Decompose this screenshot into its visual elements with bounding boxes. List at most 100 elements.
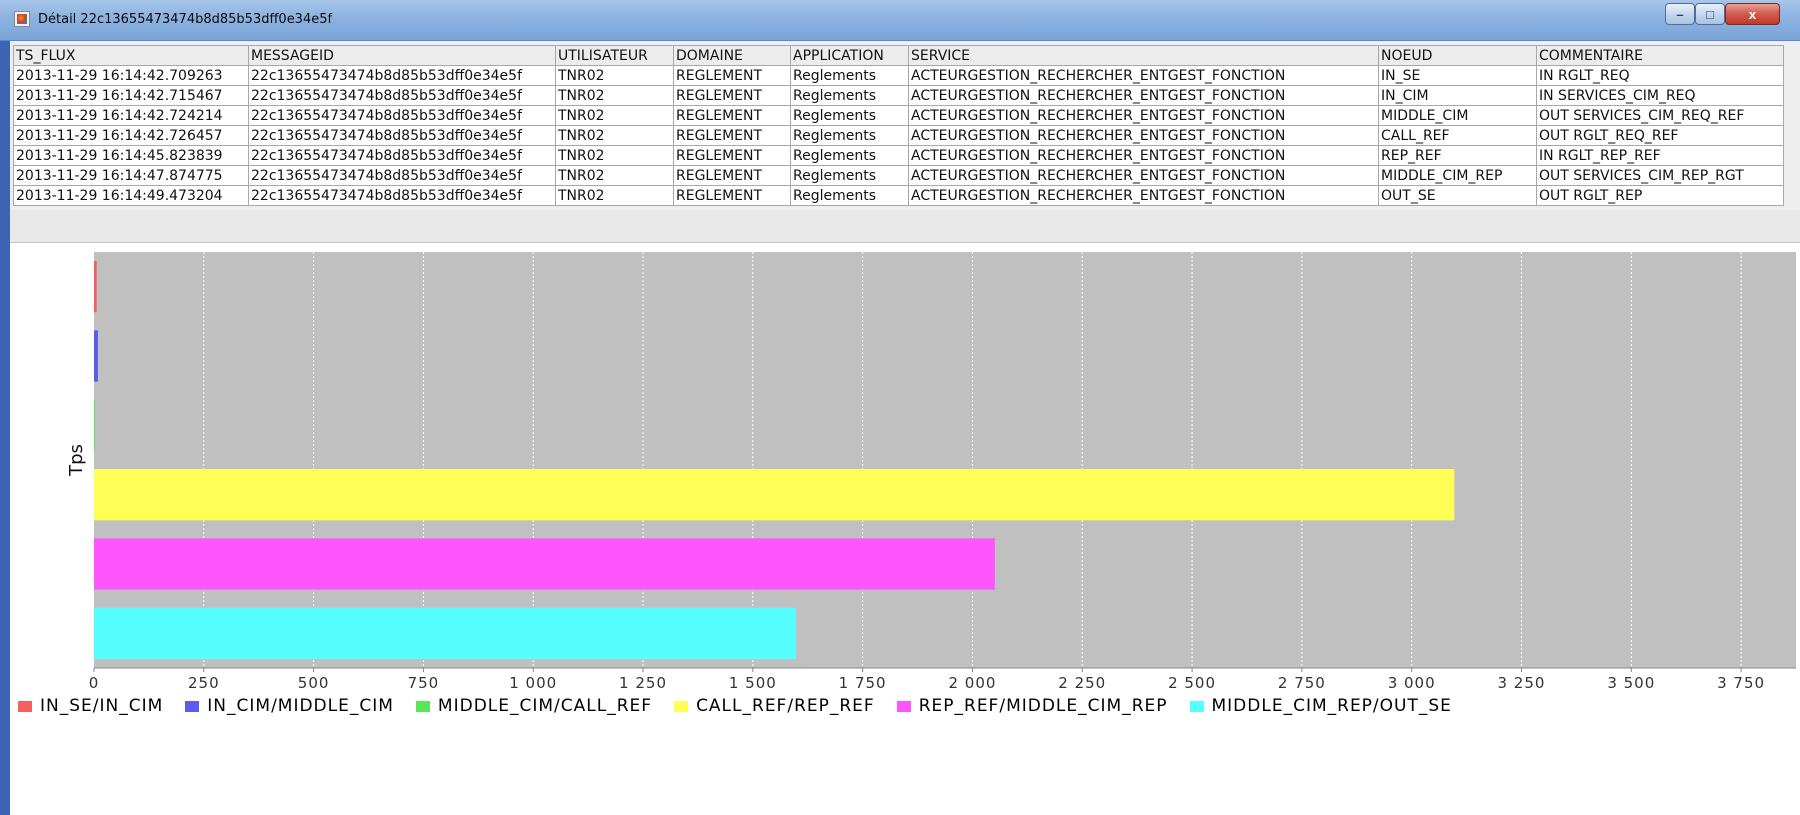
table-cell[interactable]: IN_CIM bbox=[1378, 85, 1537, 106]
table-cell[interactable]: OUT SERVICES_CIM_REQ_REF bbox=[1536, 105, 1784, 126]
maximize-button[interactable]: □ bbox=[1695, 3, 1725, 25]
table-cell[interactable]: ACTEURGESTION_RECHERCHER_ENTGEST_FONCTIO… bbox=[908, 105, 1379, 126]
table-cell[interactable]: 2013-11-29 16:14:47.874775 bbox=[13, 165, 249, 186]
table-cell[interactable]: 2013-11-29 16:14:42.726457 bbox=[13, 125, 249, 146]
column-header[interactable]: NOEUD bbox=[1378, 45, 1537, 66]
table-cell[interactable]: IN RGLT_REQ bbox=[1536, 65, 1784, 86]
title-bar[interactable]: Détail 22c13655473474b8d85b53dff0e34e5f … bbox=[0, 0, 1800, 41]
x-tick-label: 3 750 bbox=[1717, 674, 1765, 692]
x-tick-label: 2 250 bbox=[1058, 674, 1106, 692]
table-cell[interactable]: Reglements bbox=[790, 65, 909, 86]
legend-item: MIDDLE_CIM/CALL_REF bbox=[415, 693, 653, 719]
column-header[interactable]: TS_FLUX bbox=[13, 45, 249, 66]
table-cell[interactable]: OUT RGLT_REP bbox=[1536, 185, 1784, 206]
table-cell[interactable]: TNR02 bbox=[555, 65, 674, 86]
table-cell[interactable]: MIDDLE_CIM bbox=[1378, 105, 1537, 126]
table-cell[interactable]: ACTEURGESTION_RECHERCHER_ENTGEST_FONCTIO… bbox=[908, 65, 1379, 86]
legend-swatch bbox=[415, 700, 430, 712]
x-tick-label: 2 000 bbox=[948, 674, 996, 692]
column-header[interactable]: COMMENTAIRE bbox=[1536, 45, 1784, 66]
table-cell[interactable]: 2013-11-29 16:14:49.473204 bbox=[13, 185, 249, 206]
legend-item: CALL_REF/REP_REF bbox=[674, 693, 875, 719]
column-header[interactable]: DOMAINE bbox=[673, 45, 791, 66]
table-cell[interactable]: Reglements bbox=[790, 85, 909, 106]
table-row[interactable]: 2013-11-29 16:14:42.709263 22c13655473474… bbox=[13, 65, 1784, 86]
table-cell[interactable]: REGLEMENT bbox=[673, 165, 791, 186]
table-cell[interactable]: 22c13655473474b8d85b53dff0e34e5f bbox=[248, 65, 556, 86]
legend-label: MIDDLE_CIM/CALL_REF bbox=[437, 696, 653, 716]
table-row[interactable]: 2013-11-29 16:14:42.724214 22c13655473474… bbox=[13, 105, 1784, 126]
column-header[interactable]: SERVICE bbox=[908, 45, 1379, 66]
window-content: TS_FLUX MESSAGEID UTILISATEUR DOMAINE AP… bbox=[10, 41, 1800, 815]
table-cell[interactable]: 22c13655473474b8d85b53dff0e34e5f bbox=[248, 185, 556, 206]
table-cell[interactable]: Reglements bbox=[790, 185, 909, 206]
bar bbox=[94, 261, 97, 313]
x-tick-label: 3 500 bbox=[1607, 674, 1655, 692]
table-cell[interactable]: REGLEMENT bbox=[673, 105, 791, 126]
table-cell[interactable]: TNR02 bbox=[555, 125, 674, 146]
table-cell[interactable]: REGLEMENT bbox=[673, 185, 791, 206]
table-cell[interactable]: OUT_SE bbox=[1378, 185, 1537, 206]
table-cell[interactable]: Reglements bbox=[790, 105, 909, 126]
table-cell[interactable]: 22c13655473474b8d85b53dff0e34e5f bbox=[248, 85, 556, 106]
table-cell[interactable]: ACTEURGESTION_RECHERCHER_ENTGEST_FONCTIO… bbox=[908, 125, 1379, 146]
table-cell[interactable]: Reglements bbox=[790, 165, 909, 186]
table-row[interactable]: 2013-11-29 16:14:42.726457 22c13655473474… bbox=[13, 125, 1784, 146]
bar bbox=[94, 607, 796, 659]
legend-item: IN_CIM/MIDDLE_CIM bbox=[185, 693, 394, 719]
table-row[interactable]: 2013-11-29 16:14:45.823839 22c13655473474… bbox=[13, 145, 1784, 166]
bar-chart: 0 250 500 750 1 000 1 250 1 500 1 750 2 000 2 250… bbox=[66, 252, 1796, 692]
table-cell[interactable]: OUT SERVICES_CIM_REP_RGT bbox=[1536, 165, 1784, 186]
table-cell[interactable]: CALL_REF bbox=[1378, 125, 1537, 146]
table-cell[interactable]: TNR02 bbox=[555, 165, 674, 186]
table-cell[interactable]: TNR02 bbox=[555, 145, 674, 166]
close-button[interactable]: x bbox=[1725, 3, 1780, 25]
table-cell[interactable]: REP_REF bbox=[1378, 145, 1537, 166]
app-window: Détail 22c13655473474b8d85b53dff0e34e5f … bbox=[0, 0, 1800, 815]
table-header-row: TS_FLUX MESSAGEID UTILISATEUR DOMAINE AP… bbox=[13, 45, 1784, 66]
table-cell[interactable]: 2013-11-29 16:14:42.724214 bbox=[13, 105, 249, 126]
table-cell[interactable]: TNR02 bbox=[555, 85, 674, 106]
table-cell[interactable]: 22c13655473474b8d85b53dff0e34e5f bbox=[248, 145, 556, 166]
legend-item: IN_SE/IN_CIM bbox=[18, 693, 163, 719]
table-cell[interactable]: 22c13655473474b8d85b53dff0e34e5f bbox=[248, 105, 556, 126]
column-header[interactable]: APPLICATION bbox=[790, 45, 909, 66]
legend-label: MIDDLE_CIM_REP/OUT_SE bbox=[1211, 696, 1452, 716]
flux-table[interactable]: TS_FLUX MESSAGEID UTILISATEUR DOMAINE AP… bbox=[13, 45, 1784, 206]
table-cell[interactable]: REGLEMENT bbox=[673, 145, 791, 166]
x-tick-label: 1 750 bbox=[839, 674, 887, 692]
table-cell[interactable]: OUT RGLT_REQ_REF bbox=[1536, 125, 1784, 146]
table-cell[interactable]: REGLEMENT bbox=[673, 65, 791, 86]
table-row[interactable]: 2013-11-29 16:14:42.715467 22c13655473474… bbox=[13, 85, 1784, 106]
table-cell[interactable]: REGLEMENT bbox=[673, 85, 791, 106]
column-header[interactable]: UTILISATEUR bbox=[555, 45, 674, 66]
table-cell[interactable]: IN_SE bbox=[1378, 65, 1537, 86]
table-cell[interactable]: IN RGLT_REP_REF bbox=[1536, 145, 1784, 166]
x-tick-label: 1 250 bbox=[619, 674, 667, 692]
table-cell[interactable]: 22c13655473474b8d85b53dff0e34e5f bbox=[248, 125, 556, 146]
table-row[interactable]: 2013-11-29 16:14:49.473204 22c13655473474… bbox=[13, 185, 1784, 206]
table-cell[interactable]: Reglements bbox=[790, 145, 909, 166]
table-cell[interactable]: IN SERVICES_CIM_REQ bbox=[1536, 85, 1784, 106]
table-cell[interactable]: ACTEURGESTION_RECHERCHER_ENTGEST_FONCTIO… bbox=[908, 185, 1379, 206]
minimize-button[interactable]: – bbox=[1665, 3, 1695, 25]
x-tick-label: 0 bbox=[89, 674, 100, 692]
table-cell[interactable]: 2013-11-29 16:14:42.709263 bbox=[13, 65, 249, 86]
table-cell[interactable]: 22c13655473474b8d85b53dff0e34e5f bbox=[248, 165, 556, 186]
legend-swatch bbox=[674, 700, 689, 712]
table-cell[interactable]: ACTEURGESTION_RECHERCHER_ENTGEST_FONCTIO… bbox=[908, 145, 1379, 166]
column-header[interactable]: MESSAGEID bbox=[248, 45, 556, 66]
legend-label: REP_REF/MIDDLE_CIM_REP bbox=[918, 696, 1168, 716]
table-cell[interactable]: ACTEURGESTION_RECHERCHER_ENTGEST_FONCTIO… bbox=[908, 85, 1379, 106]
x-tick-label: 3 000 bbox=[1388, 674, 1436, 692]
table-cell[interactable]: TNR02 bbox=[555, 185, 674, 206]
legend-swatch bbox=[896, 700, 911, 712]
table-cell[interactable]: MIDDLE_CIM_REP bbox=[1378, 165, 1537, 186]
table-row[interactable]: 2013-11-29 16:14:47.874775 22c13655473474… bbox=[13, 165, 1784, 186]
table-cell[interactable]: 2013-11-29 16:14:42.715467 bbox=[13, 85, 249, 106]
table-cell[interactable]: 2013-11-29 16:14:45.823839 bbox=[13, 145, 249, 166]
table-cell[interactable]: ACTEURGESTION_RECHERCHER_ENTGEST_FONCTIO… bbox=[908, 165, 1379, 186]
table-cell[interactable]: Reglements bbox=[790, 125, 909, 146]
table-cell[interactable]: REGLEMENT bbox=[673, 125, 791, 146]
table-cell[interactable]: TNR02 bbox=[555, 105, 674, 126]
